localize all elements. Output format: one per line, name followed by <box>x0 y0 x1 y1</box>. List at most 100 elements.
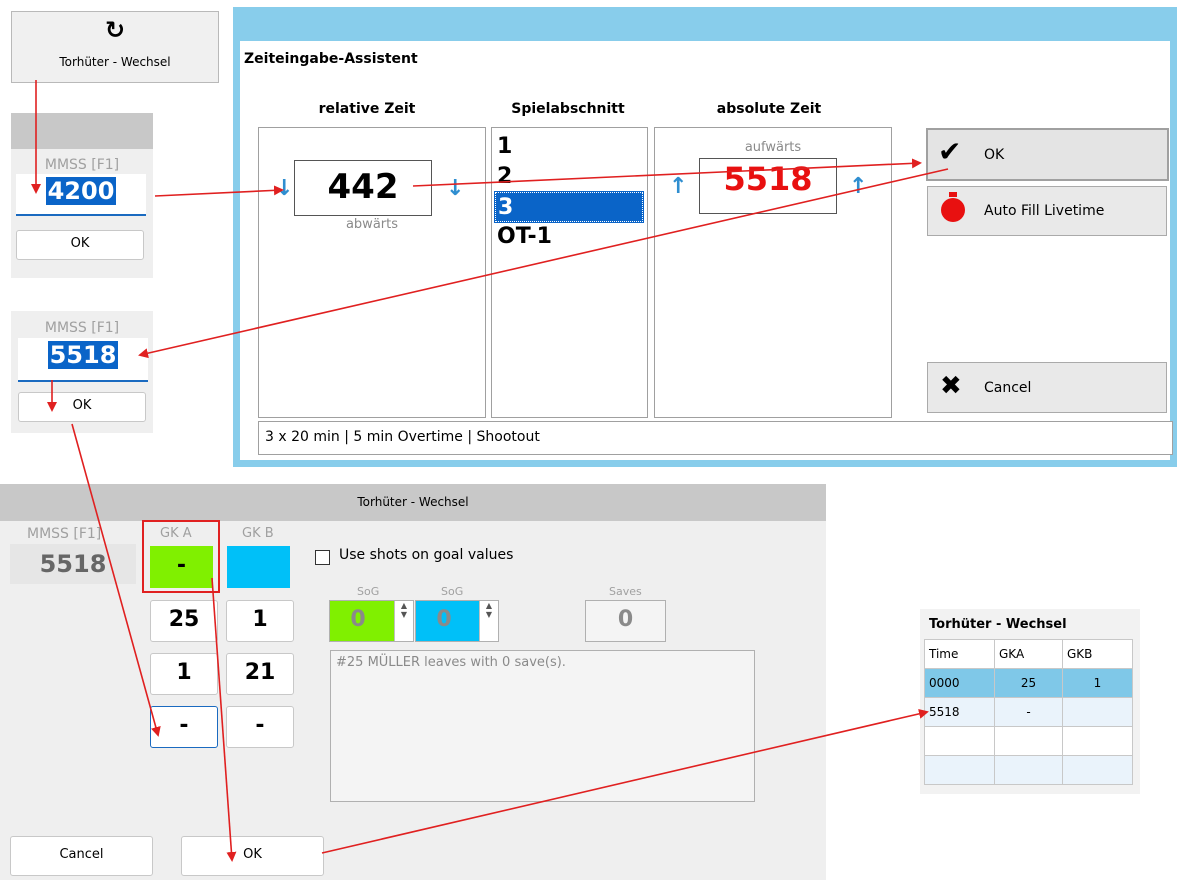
checkmark-icon: ✔ <box>938 135 962 168</box>
table-cell <box>924 726 995 756</box>
cancel-button[interactable]: Cancel <box>10 836 153 876</box>
time-input[interactable]: 4200 <box>16 174 146 216</box>
close-icon: ✖ <box>940 371 962 401</box>
time-input[interactable]: 5518 <box>18 338 148 382</box>
arrow-up-icon[interactable]: ↑ <box>669 176 687 198</box>
table-cell: - <box>994 697 1063 727</box>
refresh-icon: ↻ <box>104 16 126 44</box>
absolute-time-value: 5518 <box>723 160 813 198</box>
ok-button[interactable]: OK <box>18 392 146 422</box>
message-box: #25 MÜLLER leaves with 0 save(s). <box>330 650 755 802</box>
sog-a-stepper[interactable]: 0 ▲ ▼ <box>329 600 414 642</box>
time-value: 5518 <box>39 550 107 578</box>
table-row[interactable]: 5518 - <box>924 697 1133 727</box>
table-cell <box>994 726 1063 756</box>
gk-b-option[interactable]: 1 <box>226 600 294 642</box>
period-item[interactable]: OT-1 <box>495 222 643 252</box>
gk-change-button[interactable]: ↻ Torhüter - Wechsel <box>11 11 219 83</box>
time-caption: MMSS [F1] <box>44 157 120 173</box>
arrow-down-icon[interactable]: ↓ <box>446 178 464 200</box>
time-value-field[interactable]: 5518 <box>10 544 136 584</box>
gk-a-current-value: - <box>176 553 187 578</box>
table-cell <box>1062 755 1133 785</box>
relative-time-header: relative Zeit <box>318 101 416 117</box>
table-cell: 5518 <box>924 697 995 727</box>
gk-change-button-label: Torhüter - Wechsel <box>59 55 171 69</box>
table-row[interactable] <box>924 726 1133 756</box>
period-item-selected[interactable]: 3 <box>494 191 644 223</box>
popup-header <box>11 113 153 149</box>
assistant-title: Zeiteingabe-Assistent <box>244 51 418 67</box>
gk-change-log: Torhüter - Wechsel Time GKA GKB 0000 25 … <box>920 609 1140 794</box>
stopwatch-top <box>949 192 957 197</box>
use-sog-checkbox[interactable] <box>315 550 330 565</box>
table-row[interactable] <box>924 755 1133 785</box>
time-popup-initial: MMSS [F1] 4200 OK <box>11 113 153 278</box>
sog-a-value: 0 <box>350 607 366 632</box>
period-header: Spielabschnitt <box>511 101 625 117</box>
table-cell: 25 <box>994 668 1063 698</box>
stopwatch-icon <box>941 198 965 222</box>
ok-button[interactable]: OK <box>181 836 324 876</box>
gk-b-option[interactable]: 21 <box>226 653 294 695</box>
arrow-up-icon[interactable]: ↑ <box>849 176 867 198</box>
sog-b-value: 0 <box>436 607 452 632</box>
absolute-direction-label: aufwärts <box>744 140 802 155</box>
gk-a-current[interactable]: - <box>150 546 213 588</box>
column-header: Time <box>924 639 995 669</box>
gk-a-option[interactable]: 1 <box>150 653 218 695</box>
saves-field: 0 <box>585 600 666 642</box>
gk-b-current[interactable] <box>227 546 290 588</box>
table-cell <box>1062 697 1133 727</box>
cancel-button[interactable]: ✖ Cancel <box>927 362 1167 413</box>
time-caption: MMSS [F1] <box>44 320 120 336</box>
time-caption: MMSS [F1] <box>27 526 102 542</box>
gk-a-option-empty[interactable]: - <box>150 706 218 748</box>
table-cell: 1 <box>1062 668 1133 698</box>
ok-button-label: OK <box>984 146 1005 163</box>
gk-a-option[interactable]: 25 <box>150 600 218 642</box>
ok-button[interactable]: OK <box>16 230 144 260</box>
stepper-arrows-icon[interactable]: ▲ ▼ <box>394 601 413 641</box>
table-cell <box>924 755 995 785</box>
time-input-value: 5518 <box>47 341 119 369</box>
relative-time-value: 442 <box>327 167 399 207</box>
gk-b-option-empty[interactable]: - <box>226 706 294 748</box>
table-header-row: Time GKA GKB <box>924 639 1133 669</box>
relative-direction-label: abwärts <box>345 217 399 232</box>
message-text: #25 MÜLLER leaves with 0 save(s). <box>336 655 566 670</box>
sog-b-stepper[interactable]: 0 ▲ ▼ <box>415 600 499 642</box>
table-cell <box>994 755 1063 785</box>
absolute-time-panel: aufwärts ↑ 5518 ↑ <box>654 127 892 418</box>
table-row[interactable]: 0000 25 1 <box>924 668 1133 698</box>
period-item[interactable]: 2 <box>495 162 643 192</box>
gk-a-label: GK A <box>160 526 192 541</box>
auto-fill-livetime-label: Auto Fill Livetime <box>984 203 1105 219</box>
assistant-body: Zeiteingabe-Assistent relative Zeit Spie… <box>240 41 1173 460</box>
game-format-footer: 3 x 20 min | 5 min Overtime | Shootout <box>258 421 1173 455</box>
time-input-value: 4200 <box>45 177 117 205</box>
sog-b-label: SoG <box>441 585 464 598</box>
arrow-down-icon[interactable]: ↓ <box>275 178 293 200</box>
dialog-title: Torhüter - Wechsel <box>0 484 826 521</box>
stepper-arrows-icon[interactable]: ▲ ▼ <box>479 601 498 641</box>
ok-button[interactable]: ✔ OK <box>926 128 1169 181</box>
saves-label: Saves <box>609 585 642 598</box>
gk-b-label: GK B <box>242 526 274 541</box>
gk-change-dialog: Torhüter - Wechsel MMSS [F1] 5518 GK A -… <box>0 484 826 880</box>
time-popup-filled: MMSS [F1] 5518 OK <box>11 311 153 433</box>
relative-time-panel: ↓ 442 ↓ abwärts <box>258 127 486 418</box>
table-cell: 0000 <box>924 668 995 698</box>
period-list[interactable]: 1 2 3 OT-1 <box>491 127 648 418</box>
column-header: GKB <box>1062 639 1133 669</box>
relative-time-value-box[interactable]: 442 <box>294 160 432 216</box>
use-sog-label: Use shots on goal values <box>339 547 514 563</box>
sog-a-label: SoG <box>357 585 380 598</box>
period-item[interactable]: 1 <box>495 132 643 162</box>
absolute-time-value-box[interactable]: 5518 <box>699 158 837 214</box>
auto-fill-livetime-button[interactable]: Auto Fill Livetime <box>927 186 1167 236</box>
absolute-time-header: absolute Zeit <box>716 101 822 117</box>
table-cell <box>1062 726 1133 756</box>
cancel-button-label: Cancel <box>984 379 1032 396</box>
saves-value: 0 <box>617 607 634 632</box>
